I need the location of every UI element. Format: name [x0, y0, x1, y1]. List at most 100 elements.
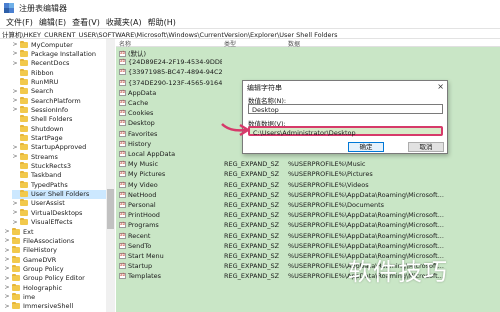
- tree-item[interactable]: > UserAssist: [12, 199, 106, 208]
- tree-item[interactable]: RunMRU: [12, 77, 106, 86]
- address-bar[interactable]: 计算机\HKEY_CURRENT_USER\SOFTWARE\Microsoft…: [0, 28, 500, 39]
- folder-icon: [20, 218, 28, 226]
- tree-item[interactable]: > RecentDocs: [12, 59, 106, 68]
- menu-view[interactable]: 查看(V): [72, 17, 100, 28]
- chevron-right-icon[interactable]: >: [4, 265, 10, 272]
- tree-item-label: VisualEffects: [31, 218, 73, 227]
- tree-item[interactable]: TypedPaths: [12, 180, 106, 189]
- tree-item[interactable]: StuckRects3: [12, 162, 106, 171]
- chevron-right-icon[interactable]: >: [4, 275, 10, 282]
- chevron-right-icon[interactable]: >: [12, 209, 18, 216]
- close-icon[interactable]: ×: [437, 82, 444, 91]
- tree-item[interactable]: > StartupApproved: [12, 143, 106, 152]
- tree-item[interactable]: > ImmersiveShell: [4, 302, 106, 311]
- list-row[interactable]: My Pictures REG_EXPAND_SZ %USERPROFILE%\Pi…: [116, 170, 500, 179]
- value-name-cell: {33971985-BC47-4894-94C2: [119, 68, 222, 76]
- string-value-icon: [119, 58, 126, 66]
- tree-item[interactable]: Ribbon: [12, 68, 106, 77]
- tree-scrollbar[interactable]: [106, 39, 115, 312]
- tree-item[interactable]: > VirtualDesktops: [12, 208, 106, 217]
- chevron-right-icon[interactable]: >: [4, 256, 10, 263]
- tree-item[interactable]: Shutdown: [12, 124, 106, 133]
- list-row[interactable]: {33971985-BC47-4894-94C2: [116, 68, 500, 77]
- list-row[interactable]: Personal REG_EXPAND_SZ %USERPROFILE%\Docum…: [116, 201, 500, 210]
- tree-pane[interactable]: > MyComputer > Package Installation > RecentD…: [0, 39, 115, 312]
- list-row[interactable]: (默认): [116, 48, 500, 58]
- list-row[interactable]: Recent REG_EXPAND_SZ %USERPROFILE%\AppData…: [116, 232, 500, 241]
- menu-favorites[interactable]: 收藏夹(A): [106, 17, 142, 28]
- chevron-right-icon[interactable]: >: [4, 228, 10, 235]
- value-name-field[interactable]: Desktop: [248, 104, 443, 114]
- chevron-right-icon[interactable]: >: [4, 237, 10, 244]
- tree-item[interactable]: > Ext: [4, 227, 106, 236]
- tree-item[interactable]: > GameDVR: [4, 255, 106, 264]
- chevron-right-icon[interactable]: >: [4, 293, 10, 300]
- tree-item[interactable]: > Group Policy Editor: [4, 274, 106, 283]
- tree-item[interactable]: > Search: [12, 87, 106, 96]
- tree-item[interactable]: > Streams: [12, 152, 106, 161]
- tree-item[interactable]: StartPage: [12, 134, 106, 143]
- list-row[interactable]: PrintHood REG_EXPAND_SZ %USERPROFILE%\AppD…: [116, 211, 500, 220]
- chevron-right-icon[interactable]: >: [12, 219, 18, 226]
- folder-icon: [12, 227, 20, 235]
- tree-item[interactable]: > VisualEffects: [12, 218, 106, 227]
- list-row[interactable]: My Music REG_EXPAND_SZ %USERPROFILE%\Music: [116, 160, 500, 169]
- tree-item[interactable]: > Group Policy: [4, 264, 106, 273]
- value-name-text: Local AppData: [128, 150, 176, 158]
- dialog-title: 编辑字符串: [247, 84, 282, 92]
- tree-item[interactable]: > SessionInfo: [12, 105, 106, 114]
- menu-help[interactable]: 帮助(H): [148, 17, 176, 28]
- cancel-button[interactable]: 取消: [408, 142, 444, 152]
- tree-item-label: FileHistory: [23, 246, 58, 255]
- tree-scrollbar-thumb[interactable]: [107, 189, 114, 229]
- column-data[interactable]: 数据: [288, 39, 300, 48]
- chevron-right-icon[interactable]: >: [12, 41, 18, 48]
- chevron-right-icon[interactable]: >: [12, 144, 18, 151]
- chevron-right-icon[interactable]: >: [12, 88, 18, 95]
- tree-item[interactable]: Taskband: [12, 171, 106, 180]
- column-name[interactable]: 名称: [119, 39, 131, 48]
- value-name-cell: SendTo: [119, 242, 222, 250]
- value-name-cell: PrintHood: [119, 211, 222, 219]
- value-data-field[interactable]: C:\Users\Administrator\Desktop: [248, 126, 443, 137]
- tree-item-label: ime: [23, 292, 36, 301]
- chevron-right-icon[interactable]: >: [12, 200, 18, 207]
- chevron-right-icon[interactable]: >: [4, 284, 10, 291]
- list-row[interactable]: Programs REG_EXPAND_SZ %USERPROFILE%\AppDa…: [116, 221, 500, 230]
- chevron-right-icon[interactable]: >: [4, 247, 10, 254]
- menu-edit[interactable]: 编辑(E): [39, 17, 66, 28]
- tree-item[interactable]: > Holographic: [4, 283, 106, 292]
- value-type-cell: REG_EXPAND_SZ: [224, 170, 280, 179]
- value-type-cell: REG_EXPAND_SZ: [224, 272, 280, 281]
- tree-item[interactable]: User Shell Folders: [12, 189, 106, 199]
- column-type[interactable]: 类型: [224, 39, 236, 48]
- folder-icon: [20, 171, 28, 179]
- menu-file[interactable]: 文件(F): [6, 17, 33, 28]
- tree-item[interactable]: > Package Installation: [12, 49, 106, 58]
- tree-item[interactable]: > FileHistory: [4, 246, 106, 255]
- value-name-cell: Recent: [119, 232, 222, 240]
- tree-item[interactable]: > ime: [4, 292, 106, 301]
- value-name-text: Start Menu: [128, 252, 164, 260]
- folder-icon: [12, 302, 20, 310]
- list-row[interactable]: {24D89E24-2F19-4534-9DDE: [116, 58, 500, 67]
- chevron-right-icon[interactable]: >: [12, 153, 18, 160]
- chevron-right-icon[interactable]: >: [12, 60, 18, 67]
- list-row[interactable]: NetHood REG_EXPAND_SZ %USERPROFILE%\AppDat…: [116, 191, 500, 200]
- tree-item[interactable]: Shell Folders: [12, 115, 106, 124]
- chevron-right-icon[interactable]: >: [12, 97, 18, 104]
- tree-item[interactable]: > FileAssociations: [4, 236, 106, 245]
- tree-item-label: RunMRU: [31, 77, 59, 86]
- string-value-icon: [119, 150, 126, 157]
- tree-item[interactable]: > SearchPlatform: [12, 96, 106, 105]
- value-type-cell: REG_EXPAND_SZ: [224, 262, 280, 271]
- chevron-right-icon[interactable]: >: [12, 106, 18, 113]
- string-value-icon: [119, 140, 126, 147]
- string-value-icon: [119, 242, 126, 249]
- ok-button[interactable]: 确定: [348, 142, 384, 152]
- list-row[interactable]: My Video REG_EXPAND_SZ %USERPROFILE%\Video…: [116, 181, 500, 190]
- tree-item[interactable]: > MyComputer: [12, 40, 106, 49]
- chevron-right-icon[interactable]: >: [12, 50, 18, 57]
- chevron-right-icon[interactable]: >: [4, 303, 10, 310]
- list-row[interactable]: SendTo REG_EXPAND_SZ %USERPROFILE%\AppData…: [116, 242, 500, 251]
